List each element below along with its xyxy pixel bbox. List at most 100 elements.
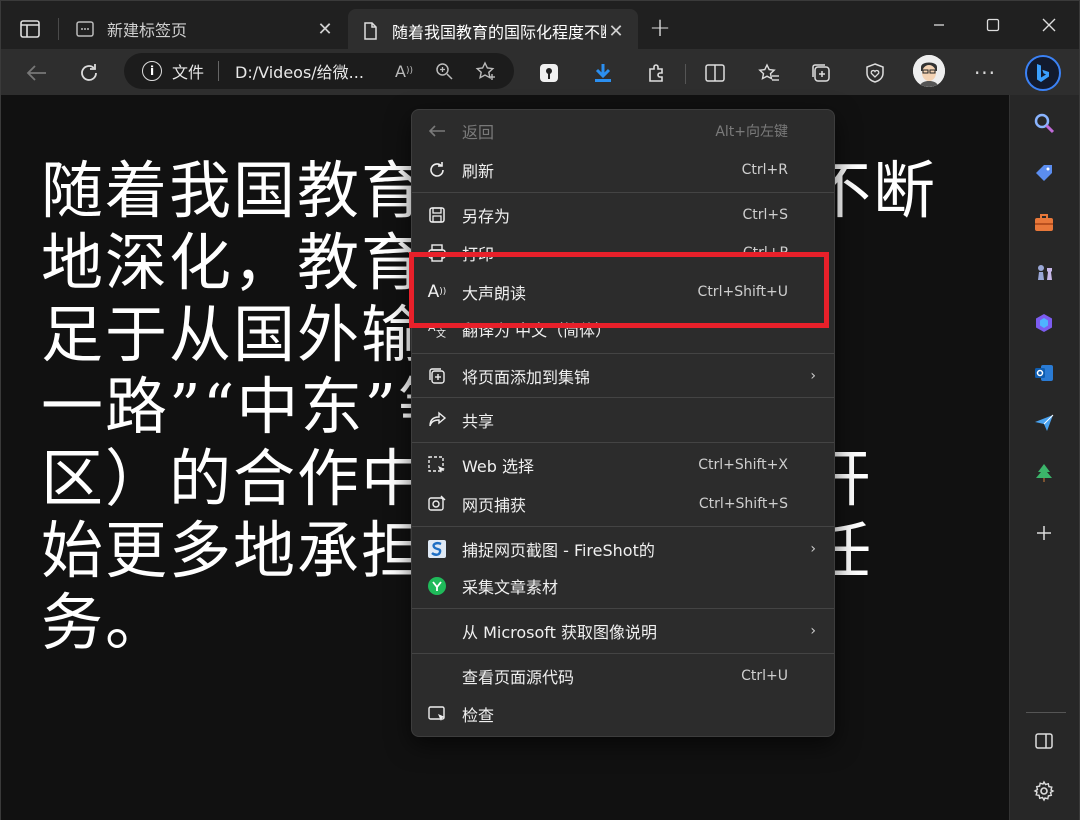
refresh-button[interactable]	[73, 57, 105, 89]
download-icon	[595, 64, 611, 82]
menu-item-label: 从 Microsoft 获取图像说明	[462, 623, 657, 642]
new-tab-page-icon	[76, 21, 94, 37]
info-icon[interactable]: i	[142, 61, 162, 81]
document-icon	[364, 22, 377, 40]
close-icon[interactable]: ✕	[606, 21, 626, 42]
favorites-icon	[758, 63, 779, 81]
tools-briefcase-icon[interactable]	[1030, 209, 1058, 237]
menu-item-label: 网页捕获	[462, 496, 527, 515]
add-favorite-icon[interactable]	[474, 59, 498, 83]
close-window-button[interactable]	[1029, 11, 1069, 39]
address-url[interactable]: D:/Videos/给微...	[235, 59, 364, 83]
menu-item-label: 刷新	[462, 162, 495, 181]
menu-item-shortcut: Alt+向左键	[715, 124, 788, 140]
tab-title: 新建标签页	[107, 21, 188, 40]
menu-item-refresh[interactable]: 刷新 Ctrl+R	[412, 151, 834, 189]
menu-separator	[412, 526, 834, 527]
close-icon	[1042, 18, 1056, 32]
heart-shield-icon	[866, 63, 884, 83]
address-scheme-label: 文件	[172, 63, 205, 82]
menu-item-collect-article[interactable]: 采集文章素材	[412, 567, 834, 605]
menu-item-label: 另存为	[462, 207, 511, 226]
avatar[interactable]	[913, 55, 945, 87]
menu-separator	[412, 397, 834, 398]
menu-item-fireshot[interactable]: 捕捉网页截图 - FireShot的 ›	[412, 530, 834, 568]
shopping-tag-icon[interactable]	[1030, 159, 1058, 187]
web-select-icon	[426, 454, 448, 476]
svg-text:文: 文	[436, 327, 446, 339]
download-extension-button[interactable]	[587, 57, 619, 89]
split-screen-icon	[705, 64, 725, 82]
arrow-left-icon	[26, 65, 46, 81]
context-menu: 返回 Alt+向左键 刷新 Ctrl+R 另存为 Ctrl+S 打印 Ctrl+…	[411, 109, 835, 737]
extension-button[interactable]	[533, 57, 565, 89]
menu-item-label: Web 选择	[462, 457, 534, 476]
tab-new-tab[interactable]: 新建标签页 ✕	[63, 9, 347, 49]
menu-item-web-capture[interactable]: 网页捕获 Ctrl+Shift+S	[412, 485, 834, 523]
menu-separator	[412, 653, 834, 654]
new-tab-button[interactable]: +	[646, 15, 674, 43]
split-screen-button[interactable]	[699, 57, 731, 89]
read-aloud-icon[interactable]: A))	[392, 59, 416, 83]
menu-item-label: 采集文章素材	[462, 578, 559, 597]
gear-icon[interactable]	[1030, 777, 1058, 805]
extensions-button[interactable]	[641, 57, 673, 89]
menu-item-add-to-collections[interactable]: 将页面添加到集锦 ›	[412, 357, 834, 395]
search-icon[interactable]	[1030, 109, 1058, 137]
title-bar: 新建标签页 ✕ 随着我国教育的国际化程度不断地 ✕ +	[1, 1, 1079, 53]
fireshot-icon	[426, 538, 448, 560]
maximize-button[interactable]	[973, 11, 1013, 39]
minimize-button[interactable]	[919, 11, 959, 39]
browser-window: 新建标签页 ✕ 随着我国教育的国际化程度不断地 ✕ + i 文件	[0, 0, 1080, 820]
tab-active[interactable]: 随着我国教育的国际化程度不断地 ✕	[348, 9, 638, 53]
collections-icon	[426, 365, 448, 387]
tab-actions-button[interactable]	[15, 15, 45, 43]
collections-button[interactable]	[805, 57, 837, 89]
menu-item-shortcut: Ctrl+Shift+S	[698, 496, 788, 512]
games-chess-icon[interactable]	[1030, 259, 1058, 287]
add-icon[interactable]	[1030, 519, 1058, 547]
puzzle-icon	[649, 64, 663, 82]
menu-item-shortcut: Ctrl+S	[742, 207, 788, 223]
settings-more-button[interactable]: ···	[969, 57, 1001, 89]
menu-item-web-select[interactable]: Web 选择 Ctrl+Shift+X	[412, 446, 834, 484]
more-icon: ···	[973, 61, 997, 85]
browser-essentials-button[interactable]	[859, 57, 891, 89]
favorites-button[interactable]	[753, 57, 785, 89]
arrow-left-icon	[426, 120, 448, 142]
copilot-icon[interactable]	[1030, 309, 1058, 337]
highlight-annotation	[409, 252, 829, 328]
menu-item-shortcut: Ctrl+Shift+X	[698, 457, 788, 473]
back-button[interactable]	[21, 57, 53, 89]
menu-item-view-source[interactable]: 查看页面源代码 Ctrl+U	[412, 657, 834, 695]
tab-separator	[58, 18, 59, 40]
zoom-icon[interactable]	[432, 59, 456, 83]
collections-icon	[812, 64, 830, 82]
hide-sidebar-icon[interactable]	[1030, 727, 1058, 755]
menu-item-label: 查看页面源代码	[462, 668, 575, 687]
refresh-icon	[81, 64, 97, 81]
tree-icon[interactable]	[1030, 459, 1058, 487]
copilot-button[interactable]	[1025, 55, 1061, 91]
send-plane-icon[interactable]	[1030, 409, 1058, 437]
menu-item-label: 将页面添加到集锦	[462, 368, 591, 387]
menu-item-shortcut: Ctrl+U	[741, 668, 788, 684]
chevron-right-icon: ›	[810, 368, 816, 384]
web-capture-icon	[426, 493, 448, 515]
menu-separator	[412, 608, 834, 609]
maximize-icon	[986, 18, 1000, 32]
menu-item-back[interactable]: 返回 Alt+向左键	[412, 112, 834, 150]
toolbar-separator	[685, 64, 686, 84]
outlook-icon[interactable]	[1030, 359, 1058, 387]
close-icon[interactable]: ✕	[315, 19, 335, 40]
menu-item-inspect[interactable]: 检查	[412, 695, 834, 733]
menu-item-share[interactable]: 共享	[412, 401, 834, 439]
collect-material-icon	[426, 575, 448, 597]
menu-item-label: 捕捉网页截图 - FireShot的	[462, 541, 655, 560]
menu-item-save-as[interactable]: 另存为 Ctrl+S	[412, 196, 834, 234]
menu-separator	[412, 353, 834, 354]
menu-item-label: 检查	[462, 706, 495, 725]
menu-item-image-description[interactable]: 从 Microsoft 获取图像说明 ›	[412, 612, 834, 650]
chevron-right-icon: ›	[810, 541, 816, 557]
address-bar[interactable]: i 文件 D:/Videos/给微... A))	[124, 53, 514, 89]
